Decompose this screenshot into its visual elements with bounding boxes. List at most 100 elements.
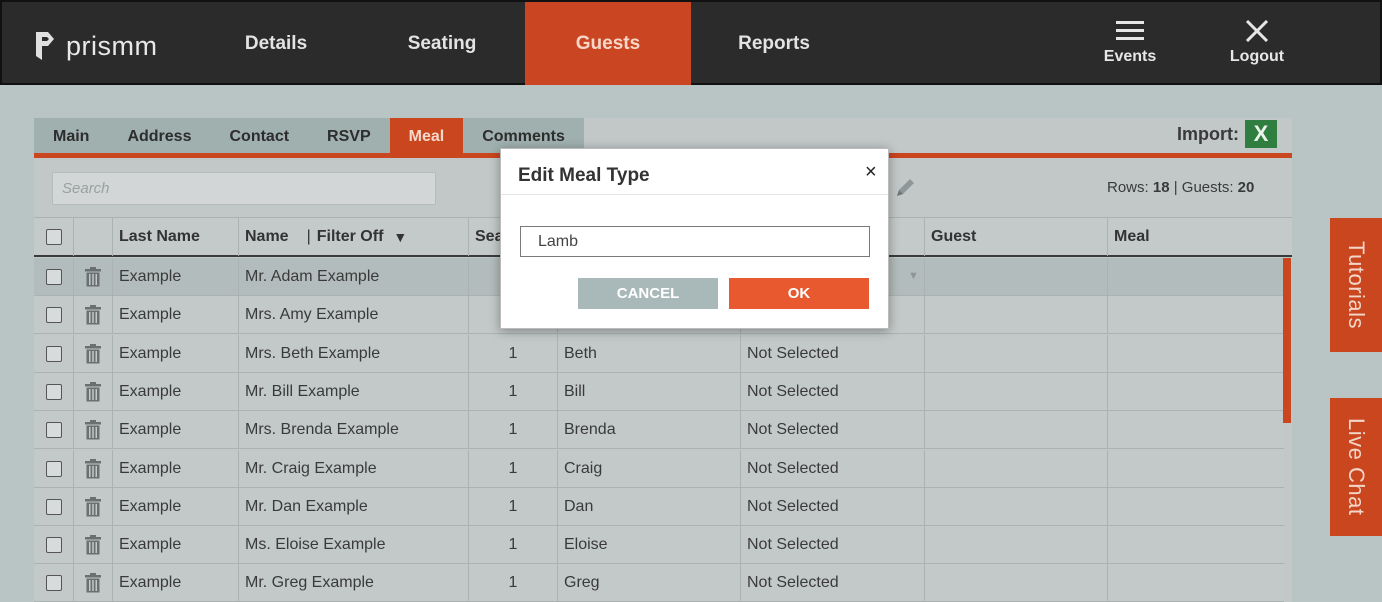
prismm-logo-icon xyxy=(36,32,54,60)
excel-icon[interactable]: X xyxy=(1245,120,1277,148)
dialog-title: Edit Meal Type xyxy=(518,165,650,186)
table-row[interactable]: Example Mr. Craig Example 1 Craig Not Select… xyxy=(34,449,1284,488)
row-checkbox[interactable] xyxy=(45,537,62,554)
header-name[interactable]: Name | Filter Off ▼ xyxy=(238,218,468,256)
row-checkbox[interactable] xyxy=(45,498,62,515)
rows-label: Rows: xyxy=(1107,179,1149,196)
cell-first-name: Craig xyxy=(557,449,740,488)
subtab-meal[interactable]: Meal xyxy=(389,118,464,155)
events-button[interactable]: Events xyxy=(1085,20,1175,66)
trash-icon[interactable] xyxy=(85,267,101,287)
nav-details[interactable]: Details xyxy=(193,2,359,85)
cell-delete xyxy=(73,296,112,335)
live-chat-label: Live Chat xyxy=(1344,418,1369,516)
nav-reports[interactable]: Reports xyxy=(691,2,857,85)
trash-icon[interactable] xyxy=(85,573,101,593)
trash-icon[interactable] xyxy=(85,305,101,325)
nav-seating[interactable]: Seating xyxy=(359,2,525,85)
cell-last-name: Example xyxy=(112,449,238,488)
logo-text: prismm xyxy=(66,30,158,61)
cell-name: Mr. Craig Example xyxy=(238,449,468,488)
subtab-contact[interactable]: Contact xyxy=(210,118,308,155)
select-all-checkbox[interactable] xyxy=(45,229,62,245)
ok-button[interactable]: OK xyxy=(729,278,869,309)
top-navigation-bar: prismm Details Seating Guests Reports Ev… xyxy=(0,0,1382,85)
pencil-icon[interactable] xyxy=(893,176,917,200)
trash-icon[interactable] xyxy=(85,535,101,555)
delete-column-header xyxy=(73,218,112,256)
cell-meal-selection: Not Selected xyxy=(740,334,924,373)
nav-guests[interactable]: Guests xyxy=(525,2,691,85)
cell-meal xyxy=(1107,296,1284,335)
header-name-label: Name xyxy=(245,228,289,245)
trash-icon[interactable] xyxy=(85,381,101,402)
trash-icon[interactable] xyxy=(85,420,101,440)
cell-seat: 1 xyxy=(468,564,557,602)
close-icon[interactable]: × xyxy=(865,161,877,184)
table-row[interactable]: Example Mr. Bill Example 1 Bill Not Selected xyxy=(34,372,1284,411)
table-row[interactable]: Example Mrs. Beth Example 1 Beth Not Selecte… xyxy=(34,334,1284,373)
edit-meal-type-dialog: Edit Meal Type × CANCEL OK xyxy=(500,148,889,329)
subtab-rsvp[interactable]: RSVP xyxy=(308,118,390,155)
cell-meal xyxy=(1107,334,1284,373)
logout-button[interactable]: Logout xyxy=(1212,20,1302,66)
cell-meal xyxy=(1107,258,1284,296)
row-checkbox[interactable] xyxy=(45,345,62,362)
filter-toggle[interactable]: Filter Off xyxy=(317,228,384,246)
cell-select xyxy=(34,450,73,488)
import-control: Import: X xyxy=(1177,120,1277,148)
subtab-main[interactable]: Main xyxy=(34,118,108,155)
cancel-button[interactable]: CANCEL xyxy=(578,278,718,309)
header-last-name[interactable]: Last Name xyxy=(112,218,238,256)
row-checkbox[interactable] xyxy=(45,383,62,400)
row-checkbox[interactable] xyxy=(45,460,62,477)
prismm-logo[interactable]: prismm xyxy=(34,30,158,62)
cell-delete xyxy=(73,334,112,373)
cell-guest xyxy=(924,372,1107,411)
cell-meal-selection: Not Selected xyxy=(740,411,924,450)
cell-first-name: Dan xyxy=(557,487,740,526)
header-meal[interactable]: Meal xyxy=(1107,218,1292,256)
import-label: Import: xyxy=(1177,123,1239,144)
filter-arrow-icon[interactable]: ▼ xyxy=(393,229,407,245)
table-row[interactable]: Example Mr. Dan Example 1 Dan Not Selected xyxy=(34,487,1284,526)
row-checkbox[interactable] xyxy=(45,269,62,285)
trash-icon[interactable] xyxy=(85,496,101,517)
row-checkbox[interactable] xyxy=(45,575,62,592)
table-row[interactable]: Example Ms. Eloise Example 1 Eloise Not Sele… xyxy=(34,526,1284,565)
cell-last-name: Example xyxy=(112,372,238,411)
cell-meal-selection: Not Selected xyxy=(740,449,924,488)
cell-name: Mr. Greg Example xyxy=(238,564,468,602)
menu-icon xyxy=(1116,21,1144,40)
cell-guest xyxy=(924,487,1107,526)
meal-type-input[interactable] xyxy=(520,226,870,257)
table-row[interactable]: Example Mrs. Brenda Example 1 Brenda Not Sel… xyxy=(34,411,1284,450)
rows-count: 18 xyxy=(1152,179,1170,196)
cell-guest xyxy=(924,449,1107,488)
cell-name: Mrs. Beth Example xyxy=(238,334,468,373)
row-checkbox[interactable] xyxy=(45,422,62,439)
subtab-address[interactable]: Address xyxy=(108,118,210,155)
cell-meal xyxy=(1107,372,1284,411)
cell-seat: 1 xyxy=(468,372,557,411)
table-scrollbar[interactable] xyxy=(1283,258,1291,423)
cell-last-name: Example xyxy=(112,526,238,565)
trash-icon[interactable] xyxy=(85,343,101,364)
cell-first-name: Beth xyxy=(557,334,740,373)
cell-meal xyxy=(1107,449,1284,488)
dropdown-arrow-icon[interactable]: ▼ xyxy=(908,270,919,282)
row-checkbox[interactable] xyxy=(45,307,62,324)
cell-guest xyxy=(924,411,1107,450)
table-row[interactable]: Example Mr. Greg Example 1 Greg Not Selected xyxy=(34,564,1284,602)
cell-delete xyxy=(73,564,112,602)
cell-meal xyxy=(1107,564,1284,602)
trash-icon[interactable] xyxy=(85,458,101,479)
search-input[interactable]: Search xyxy=(52,172,436,205)
live-chat-tab[interactable]: Live Chat xyxy=(1330,398,1382,536)
tutorials-tab[interactable]: Tutorials xyxy=(1330,218,1382,352)
cell-delete xyxy=(73,258,112,296)
cell-name: Mr. Dan Example xyxy=(238,487,468,526)
close-icon xyxy=(1245,20,1269,42)
cell-meal-selection: Not Selected xyxy=(740,564,924,602)
header-guest[interactable]: Guest xyxy=(924,218,1107,256)
